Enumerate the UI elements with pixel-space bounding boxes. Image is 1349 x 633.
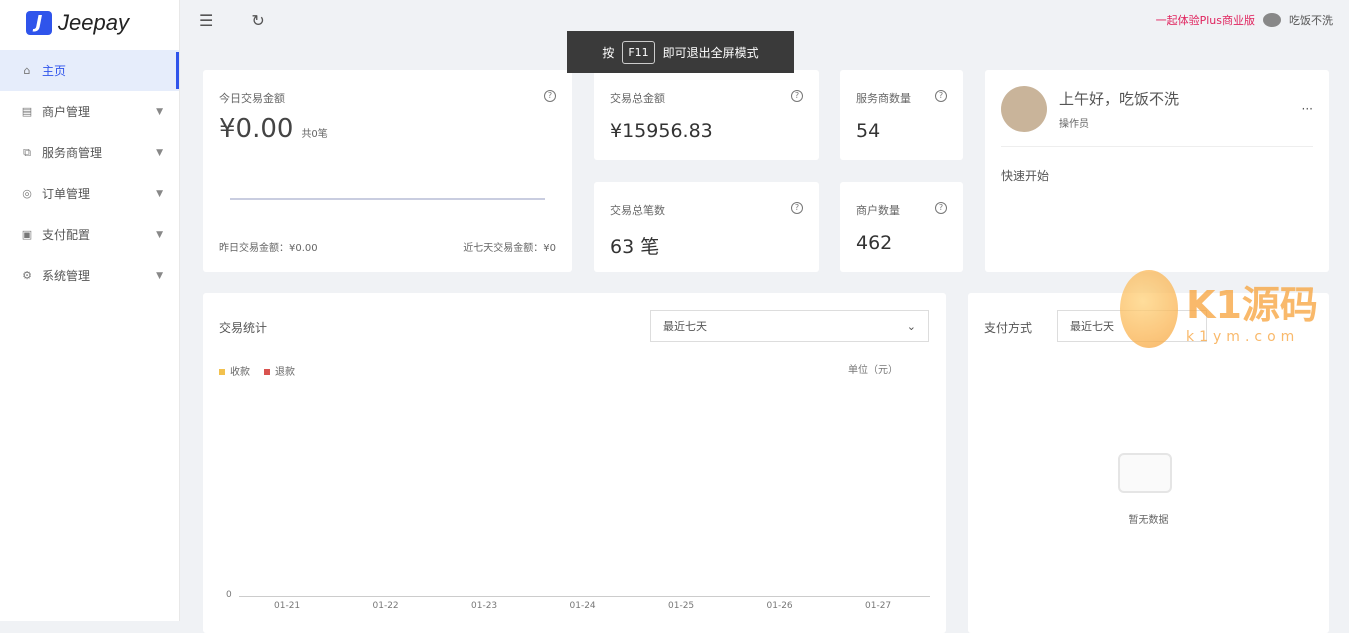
y-tick-label: 0 [226,590,232,600]
sidebar-item-orders[interactable]: ◎ 订单管理 ▼ [0,173,179,214]
user-card: 上午好，吃饭不洗 操作员 ··· 快速开始 [985,70,1329,272]
card-title: 商户数量 [856,204,900,217]
x-axis [239,596,930,597]
x-tick-label: 01-26 [766,601,793,611]
payment-config-icon: ▣ [21,228,33,241]
more-icon[interactable]: ··· [1302,102,1313,116]
merchants-count: 462 [856,232,893,254]
avatar [1001,86,1047,132]
yesterday-amount: 昨日交易金额：¥0.00 [219,243,318,254]
card-title: 交易总笔数 [610,204,665,217]
card-title: 今日交易金额 [219,92,285,105]
chevron-down-icon: ▼ [156,147,163,158]
home-icon: ⌂ [23,64,31,77]
help-icon[interactable]: ? [791,90,803,102]
total-count-card: 交易总笔数 ? 63 笔 [594,182,819,272]
greeting: 上午好，吃饭不洗 [1059,90,1180,108]
today-amount-card: 今日交易金额 ? ¥0.00 共0笔 昨日交易金额：¥0.00 近七天交易金额：… [203,70,572,272]
fullscreen-toast: 按 F11 即可退出全屏模式 [567,31,794,73]
total-count: 63 笔 [610,236,660,258]
card-title: 服务商数量 [856,92,911,105]
watermark-text: K1源码 [1186,282,1318,327]
x-tick-label: 01-23 [471,601,498,611]
sidebar-item-label: 系统管理 [42,269,91,283]
today-count: 共0笔 [301,129,328,140]
x-tick-label: 01-24 [569,601,596,611]
sidebar-item-label: 支付配置 [42,228,91,242]
x-tick-label: 01-21 [274,601,301,611]
range-value: 最近七天 [663,320,707,333]
toast-key: F11 [622,40,655,64]
logo-icon: J [26,11,52,35]
legend-label: 退款 [275,367,295,378]
avatar[interactable] [1263,13,1281,27]
total-amount: ¥15956.83 [610,120,713,142]
range-value: 最近七天 [1070,320,1114,333]
merchants-card: 商户数量 ? 462 [840,182,963,272]
toast-prefix: 按 [602,45,615,60]
help-icon[interactable]: ? [544,90,556,102]
quick-start-title: 快速开始 [1001,169,1050,183]
total-amount-card: 交易总金额 ? ¥15956.83 [594,70,819,160]
transaction-chart-card: 交易统计 最近七天 ⌄ 收款 退款 单位（元） 0 01-21 01-22 01-23… [203,293,946,633]
plus-link[interactable]: 一起体验Plus商业版 [1156,12,1255,28]
today-amount: ¥0.00 [219,114,294,144]
logo-text: Jeepay [58,10,129,35]
sidebar: J Jeepay ⌂ 主页 ▤ 商户管理 ▼ ⧉ 服务商管理 ▼ ◎ 订单管理 ▼ ▣ 支付配置… [0,0,180,621]
sidebar-item-providers[interactable]: ⧉ 服务商管理 ▼ [0,132,179,173]
watermark: K1源码 k1ym.com [1120,270,1318,348]
sidebar-item-label: 服务商管理 [42,146,103,160]
chevron-down-icon: ▼ [156,188,163,199]
chevron-down-icon: ▼ [156,270,163,281]
legend-label: 收款 [230,367,250,378]
logo[interactable]: J Jeepay [0,0,179,46]
chevron-down-icon: ▼ [156,106,163,117]
username[interactable]: 吃饭不洗 [1289,12,1333,28]
sidebar-nav: ⌂ 主页 ▤ 商户管理 ▼ ⧉ 服务商管理 ▼ ◎ 订单管理 ▼ ▣ 支付配置 ▼ ⚙ 系统管理 ▼ [0,50,179,296]
trend-line [230,198,545,200]
x-tick-label: 01-22 [372,601,399,611]
sidebar-item-label: 主页 [42,64,67,78]
user-role: 操作员 [1059,119,1089,130]
help-icon[interactable]: ? [791,202,803,214]
providers-card: 服务商数量 ? 54 [840,70,963,160]
range-select[interactable]: 最近七天 ⌄ [650,310,929,342]
sidebar-item-label: 商户管理 [42,105,91,119]
order-icon: ◎ [22,187,32,200]
chevron-down-icon: ▼ [156,229,163,240]
chart-title: 交易统计 [219,321,268,335]
week-amount: 近七天交易金额：¥0 [463,243,556,254]
watermark-url: k1ym.com [1186,328,1300,345]
watermark-logo-icon [1120,270,1178,348]
menu-fold-icon[interactable]: ☰ [199,11,213,30]
settings-icon: ⚙ [22,269,32,282]
empty-text: 暂无数据 [1128,515,1169,526]
sidebar-item-system[interactable]: ⚙ 系统管理 ▼ [0,255,179,296]
partner-icon: ⧉ [23,145,31,159]
legend-item-income[interactable]: 收款 [219,363,250,378]
sidebar-item-payment-config[interactable]: ▣ 支付配置 ▼ [0,214,179,255]
sidebar-item-label: 订单管理 [42,187,91,201]
toast-suffix: 即可退出全屏模式 [662,45,759,60]
chevron-down-icon: ⌄ [906,319,916,333]
providers-count: 54 [856,120,881,142]
chart-unit: 单位（元） [848,365,898,376]
x-tick-label: 01-27 [865,601,892,611]
store-icon: ▤ [21,105,33,118]
payment-title: 支付方式 [984,321,1033,335]
empty-icon [1118,453,1172,493]
help-icon[interactable]: ? [935,90,947,102]
refresh-icon[interactable]: ↻ [251,11,264,30]
sidebar-item-merchants[interactable]: ▤ 商户管理 ▼ [0,91,179,132]
card-title: 交易总金额 [610,92,665,105]
sidebar-item-home[interactable]: ⌂ 主页 [0,50,179,91]
chart-legend: 收款 退款 [219,363,295,378]
x-tick-label: 01-25 [668,601,695,611]
help-icon[interactable]: ? [935,202,947,214]
legend-item-refund[interactable]: 退款 [264,363,295,378]
